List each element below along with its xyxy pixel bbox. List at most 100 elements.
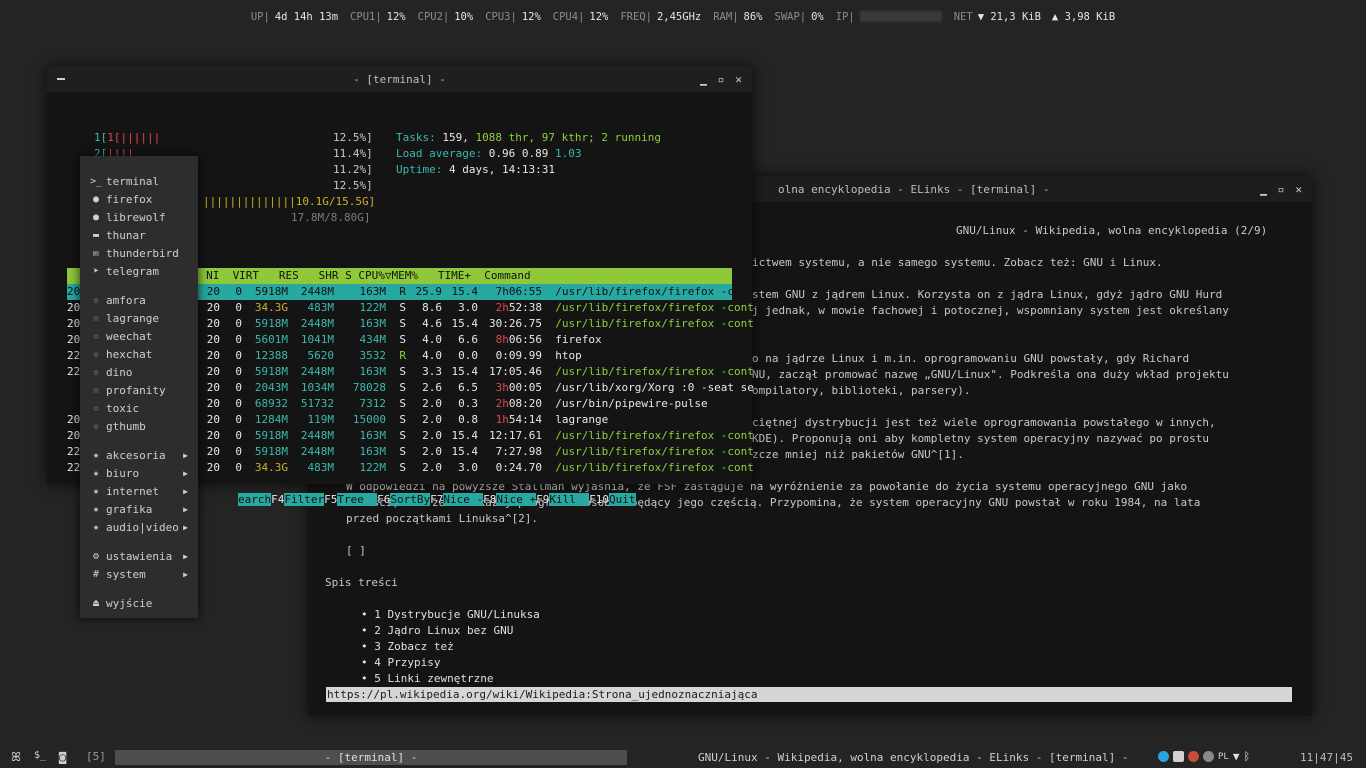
image-placeholder[interactable]: [ ] (346, 543, 366, 559)
menu-item-hexchat[interactable]: ☆ hexchat (80, 345, 198, 363)
menu-item-biuro[interactable]: ★ biuro ▶ (80, 464, 198, 482)
cell: S (399, 429, 406, 442)
launcher-menu[interactable]: >_ terminal ● firefox ● librewolf ▬ thunar ✉ thun… (80, 156, 198, 618)
cell: 15.4 (451, 285, 479, 298)
hash-icon: # (92, 568, 100, 580)
toc-link[interactable]: • 4 Przypisy (361, 655, 440, 671)
cell: 20 (206, 349, 220, 362)
menu-item-system[interactable]: # system ▶ (80, 565, 198, 583)
menu-item-telegram[interactable]: ➤ telegram (80, 262, 198, 280)
toc-link[interactable]: • 3 Zobacz też (361, 639, 454, 655)
cell: 2.0 (422, 413, 442, 426)
toc-heading: Spis treści (325, 576, 398, 589)
task-elinks[interactable]: GNU/Linux - Wikipedia, wolna encyklopedi… (698, 750, 1128, 765)
cell: 78028 (352, 381, 386, 394)
menu-item-amfora[interactable]: ☆ amfora (80, 291, 198, 309)
cell: 7:27.98 (495, 445, 542, 458)
cell: 34.3G (254, 461, 288, 474)
tasks-line: Tasks: 159, 1088 thr, 97 kthr; 2 running (396, 131, 661, 144)
cell: 5620 (307, 349, 335, 362)
fkey-nice-plus[interactable]: Nice + (496, 493, 537, 506)
menu-item-lagrange[interactable]: ☆ lagrange (80, 309, 198, 327)
fkey-quit[interactable]: Quit (609, 493, 636, 506)
menu-item-akcesoria[interactable]: ★ akcesoria ▶ (80, 446, 198, 464)
cell: 8.6 (422, 301, 442, 314)
fkey-tree[interactable]: Tree (337, 493, 378, 506)
cell: S (399, 381, 406, 394)
menu-item-firefox[interactable]: ● firefox (80, 190, 198, 208)
camera-icon[interactable]: ◙ (59, 750, 66, 764)
close-icon[interactable]: ✕ (735, 73, 742, 86)
system-tray[interactable]: PL ▼ ᛒ (1158, 750, 1250, 763)
menu-item-internet[interactable]: ★ internet ▶ (80, 482, 198, 500)
menu-item-toxic[interactable]: ☆ toxic (80, 399, 198, 417)
maximize-icon[interactable]: ▫ (1278, 183, 1285, 196)
cell: 122M (359, 301, 387, 314)
cpu-pct: 12.5%] (333, 179, 373, 192)
wifi-icon[interactable]: ▼ (1233, 750, 1240, 763)
menu-item-terminal[interactable]: >_ terminal (80, 172, 198, 190)
cell: S (399, 413, 406, 426)
menu-item-wyj-cie[interactable]: ⏏ wyjście (80, 594, 198, 612)
cell: 6.6 (458, 333, 478, 346)
menu-item-profanity[interactable]: ☆ profanity (80, 381, 198, 399)
cell: 0 (235, 285, 242, 298)
star-icon: ☆ (92, 330, 100, 342)
fkey-nice-minus[interactable]: Nice - (443, 493, 484, 506)
cell: 2448M (300, 429, 334, 442)
minimize-icon[interactable]: ▁ (700, 73, 707, 86)
text-line: j jednak, w mowie fachowej i potocznej, … (752, 304, 1229, 317)
terminal-titlebar[interactable]: - [terminal] - ▁ ▫ ✕ (47, 66, 752, 92)
menu-item-weechat[interactable]: ☆ weechat (80, 327, 198, 345)
uptime-stat: UP| 4d 14h 13m (250, 11, 339, 23)
menu-item-thunar[interactable]: ▬ thunar (80, 226, 198, 244)
task-terminal[interactable]: - [terminal] - (115, 750, 627, 765)
keyboard-layout[interactable]: PL (1218, 752, 1229, 762)
toc-link[interactable]: • 2 Jądro Linux bez GNU (361, 623, 513, 639)
menu-separator (80, 280, 198, 291)
cell: 2.0 (422, 397, 442, 410)
menu-item-thunderbird[interactable]: ✉ thunderbird (80, 244, 198, 262)
cell: 15.4 (451, 365, 479, 378)
terminal-launcher-icon[interactable]: $_ (34, 750, 46, 761)
workspace-indicator[interactable]: [5] (86, 750, 106, 763)
cell: 2.0 (422, 461, 442, 474)
taskbar[interactable]: ꕤ $_ ◙ [5] - [terminal] - GNU/Linux - Wi… (0, 748, 1366, 768)
menu-item-label: ustawienia (106, 549, 173, 563)
star-filled-icon: ★ (92, 467, 100, 479)
menu-item-audio-video[interactable]: ★ audio|video ▶ (80, 518, 198, 536)
menu-item-gthumb[interactable]: ☆ gthumb (80, 417, 198, 435)
menu-item-ustawienia[interactable]: ⚙ ustawienia ▶ (80, 547, 198, 565)
fkey-filter[interactable]: Filter (284, 493, 325, 506)
cell: 0 (235, 429, 242, 442)
app-tray-icon[interactable] (1188, 751, 1199, 762)
fkey-search[interactable]: earch (238, 493, 272, 506)
telegram-tray-icon[interactable] (1158, 751, 1169, 762)
cell: 163M (359, 445, 387, 458)
cell: 1034M (300, 381, 334, 394)
toc-link[interactable]: • 1 Dystrybucje GNU/Linuksa (361, 607, 540, 623)
fkey-sortby[interactable]: SortBy (390, 493, 431, 506)
cell: 3532 (359, 349, 387, 362)
cell: 119M (307, 413, 335, 426)
cell: S (399, 333, 406, 346)
minimize-icon[interactable]: ▁ (1260, 183, 1267, 196)
close-icon[interactable]: ✕ (1295, 183, 1302, 196)
menu-item-grafika[interactable]: ★ grafika ▶ (80, 500, 198, 518)
volume-tray-icon[interactable] (1203, 751, 1214, 762)
maximize-icon[interactable]: ▫ (718, 73, 725, 86)
exit-icon: ⏏ (92, 597, 100, 609)
menu-item-librewolf[interactable]: ● librewolf (80, 208, 198, 226)
debian-logo-icon[interactable]: ꕤ (11, 750, 21, 765)
url-status-bar: https://pl.wikipedia.org/wiki/Wikipedia:… (326, 687, 1292, 702)
toc-link[interactable]: • 5 Linki zewnętrzne (361, 671, 493, 687)
cell: 15.4 (451, 317, 479, 330)
bluetooth-icon[interactable]: ᛒ (1243, 750, 1250, 763)
menu-item-dino[interactable]: ☆ dino (80, 363, 198, 381)
star-filled-icon: ★ (92, 485, 100, 497)
fkey-kill[interactable]: Kill (549, 493, 590, 506)
cell: 17:05.46 (489, 365, 542, 378)
coffee-tray-icon[interactable] (1173, 751, 1184, 762)
cell: 5601M (254, 333, 288, 346)
page-header: GNU/Linux - Wikipedia, wolna encyklopedi… (956, 224, 1268, 237)
